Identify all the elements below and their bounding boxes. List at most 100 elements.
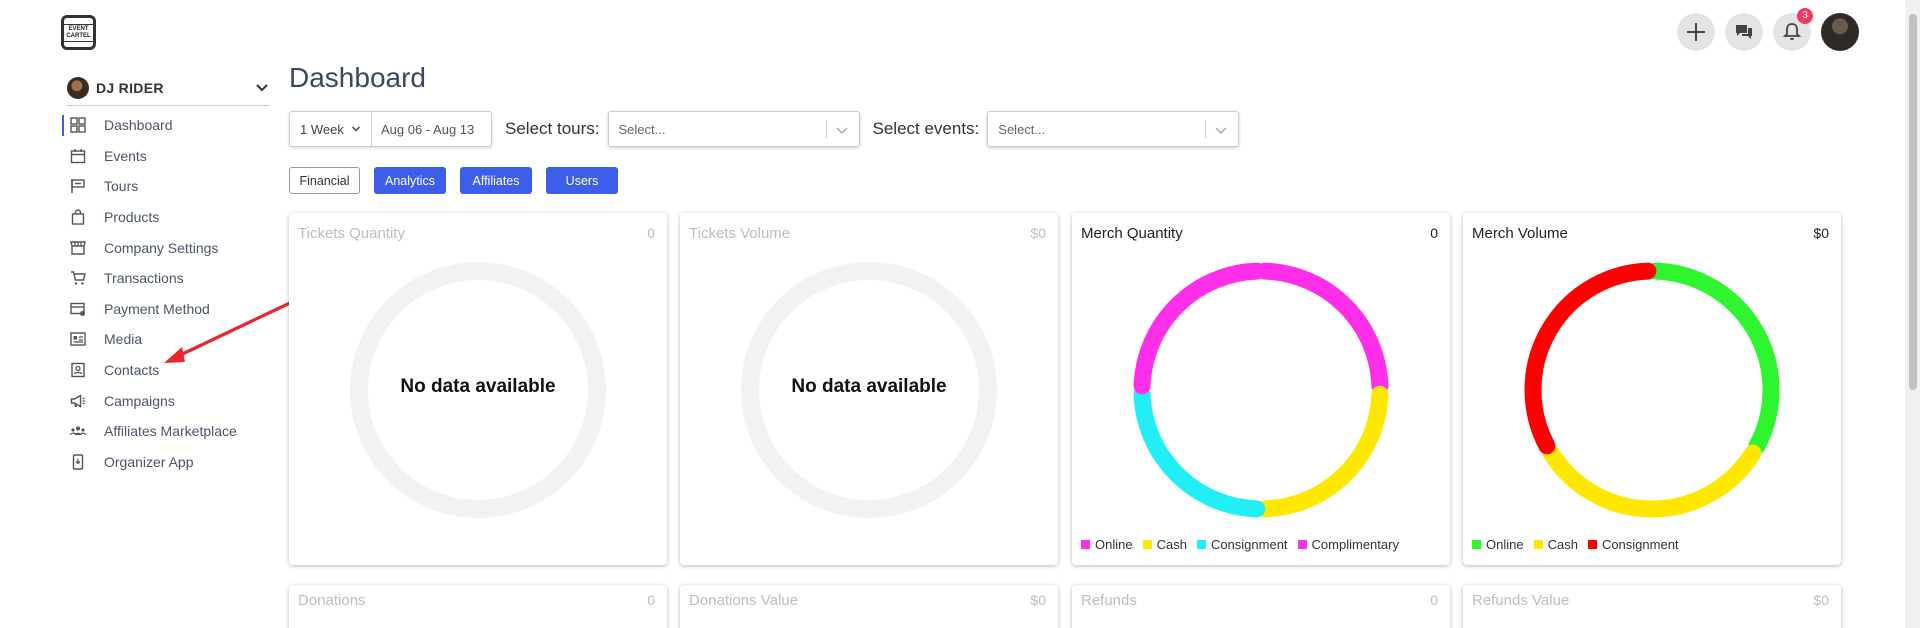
no-data-message: No data available <box>400 376 556 397</box>
phone-icon <box>70 454 86 470</box>
page-scrollbar[interactable] <box>1905 0 1920 628</box>
group-icon <box>70 423 86 439</box>
dashboard-icon <box>70 117 86 133</box>
merch-volume-donut <box>1524 262 1780 518</box>
donut-segment-complimentary[interactable] <box>1256 262 1389 395</box>
annotation-arrow <box>164 300 294 363</box>
card-title: Refunds <box>1081 592 1137 609</box>
legend-item-online[interactable]: Online <box>1081 537 1133 552</box>
chevron-down-icon <box>1215 127 1227 135</box>
app-logo[interactable]: EVENT CARTEL <box>61 15 96 50</box>
tab-affiliates[interactable]: Affiliates <box>460 167 532 194</box>
events-select[interactable]: Select... <box>987 111 1240 147</box>
sidebar-item-label: Organizer App <box>104 453 194 470</box>
sidebar-item-tours[interactable]: Tours <box>62 171 272 202</box>
card-donations: Donations 0 <box>289 585 667 628</box>
legend-label: Online <box>1095 537 1133 552</box>
legend-swatch <box>1297 540 1307 549</box>
legend-item-online[interactable]: Online <box>1472 537 1524 552</box>
tours-select[interactable]: Select... <box>607 111 860 147</box>
sidebar-item-transactions[interactable]: Transactions <box>62 263 272 294</box>
donut-segment-consignment[interactable] <box>1524 262 1657 455</box>
donut-segment-consignment[interactable] <box>1133 385 1266 518</box>
account-name: DJ RIDER <box>96 79 164 96</box>
card-title: Donations Value <box>689 592 798 609</box>
filters-bar: 1 Week Aug 06 - Aug 13 Select tours: Sel… <box>289 111 1240 147</box>
date-range-field[interactable]: Aug 06 - Aug 13 <box>372 112 491 146</box>
legend-item-complimentary[interactable]: Complimentary <box>1297 537 1399 552</box>
sidebar-item-organizer-app[interactable]: Organizer App <box>62 447 272 478</box>
notifications-badge: 3 <box>1797 8 1813 24</box>
tab-analytics[interactable]: Analytics <box>374 167 446 194</box>
legend-label: Cash <box>1547 537 1578 552</box>
card-value: $0 <box>1813 592 1829 608</box>
card-settings-icon <box>70 301 86 317</box>
donut-segment-online[interactable] <box>1647 262 1780 455</box>
card-title: Refunds Value <box>1472 592 1570 609</box>
user-avatar[interactable] <box>1821 13 1859 51</box>
tours-placeholder: Select... <box>618 121 666 137</box>
flag-icon <box>70 178 86 194</box>
tab-users[interactable]: Users <box>546 167 618 194</box>
sidebar-nav: Dashboard Events Tours Products Company … <box>62 110 272 477</box>
card-value: 0 <box>647 592 655 608</box>
legend-swatch <box>1196 540 1206 549</box>
legend-swatch <box>1081 540 1090 549</box>
legend-label: Cash <box>1156 537 1187 552</box>
select-separator <box>1205 120 1207 138</box>
card-donations-value: Donations Value $0 <box>680 585 1058 628</box>
period-select[interactable]: 1 Week <box>290 112 372 146</box>
select-separator <box>825 120 827 138</box>
chevron-down-icon <box>256 83 268 91</box>
megaphone-icon <box>70 393 86 409</box>
card-value: $0 <box>1030 592 1046 608</box>
plus-icon <box>1687 23 1705 41</box>
tab-financial[interactable]: Financial <box>289 167 360 194</box>
card-tickets-quantity: Tickets Quantity 0 No data available <box>289 213 667 565</box>
card-tickets-volume: Tickets Volume $0 No data available <box>680 213 1058 565</box>
legend-swatch <box>1472 540 1481 549</box>
scrollbar-thumb[interactable] <box>1909 14 1917 390</box>
date-range-picker: 1 Week Aug 06 - Aug 13 <box>289 111 492 147</box>
donut-segment-online[interactable] <box>1133 262 1266 395</box>
add-button[interactable] <box>1677 13 1715 51</box>
legend-swatch <box>1142 540 1152 549</box>
shopping-bag-icon <box>70 209 86 225</box>
donut-segment-cash[interactable] <box>1256 385 1389 518</box>
card-merch-volume: Merch Volume $0 Online Cash Consignment <box>1463 213 1841 565</box>
sidebar-item-events[interactable]: Events <box>62 141 272 172</box>
sidebar-item-affiliates-marketplace[interactable]: Affiliates Marketplace <box>62 416 272 447</box>
events-placeholder: Select... <box>998 121 1046 137</box>
legend-item-cash[interactable]: Cash <box>1142 537 1187 552</box>
logo-text: EVENT CARTEL <box>63 23 94 42</box>
tours-label: Select tours: <box>505 119 600 138</box>
account-selector[interactable]: DJ RIDER <box>67 70 269 106</box>
chevron-down-icon <box>835 127 848 135</box>
sidebar-item-label: Dashboard <box>104 117 173 134</box>
sidebar-item-label: Contacts <box>104 362 160 379</box>
sidebar-item-label: Affiliates Marketplace <box>104 423 237 440</box>
legend-swatch <box>1533 540 1543 549</box>
sidebar-item-campaigns[interactable]: Campaigns <box>62 385 272 416</box>
store-icon <box>70 240 86 256</box>
sidebar-item-label: Transactions <box>104 270 184 287</box>
sidebar-item-label: Events <box>104 147 147 164</box>
legend-item-consignment[interactable]: Consignment <box>1587 537 1679 552</box>
legend-swatch <box>1587 540 1597 549</box>
notifications-button[interactable]: 3 <box>1773 8 1813 51</box>
donut-segment-cash[interactable] <box>1542 444 1762 518</box>
legend-item-consignment[interactable]: Consignment <box>1196 537 1288 552</box>
legend-item-cash[interactable]: Cash <box>1533 537 1578 552</box>
sidebar-item-dashboard[interactable]: Dashboard <box>62 110 272 141</box>
legend-label: Online <box>1486 537 1524 552</box>
chat-icon <box>1736 25 1752 39</box>
chevron-down-icon <box>351 126 361 132</box>
sidebar-item-company-settings[interactable]: Company Settings <box>62 232 272 263</box>
chart-legend: Online Cash Consignment <box>1472 537 1689 552</box>
dashboard-tabs: Financial Analytics Affiliates Users <box>289 167 632 194</box>
messages-button[interactable] <box>1725 13 1763 51</box>
calendar-icon <box>70 148 86 164</box>
sidebar-item-products[interactable]: Products <box>62 202 272 233</box>
media-icon <box>70 331 86 347</box>
legend-label: Consignment <box>1601 537 1679 552</box>
